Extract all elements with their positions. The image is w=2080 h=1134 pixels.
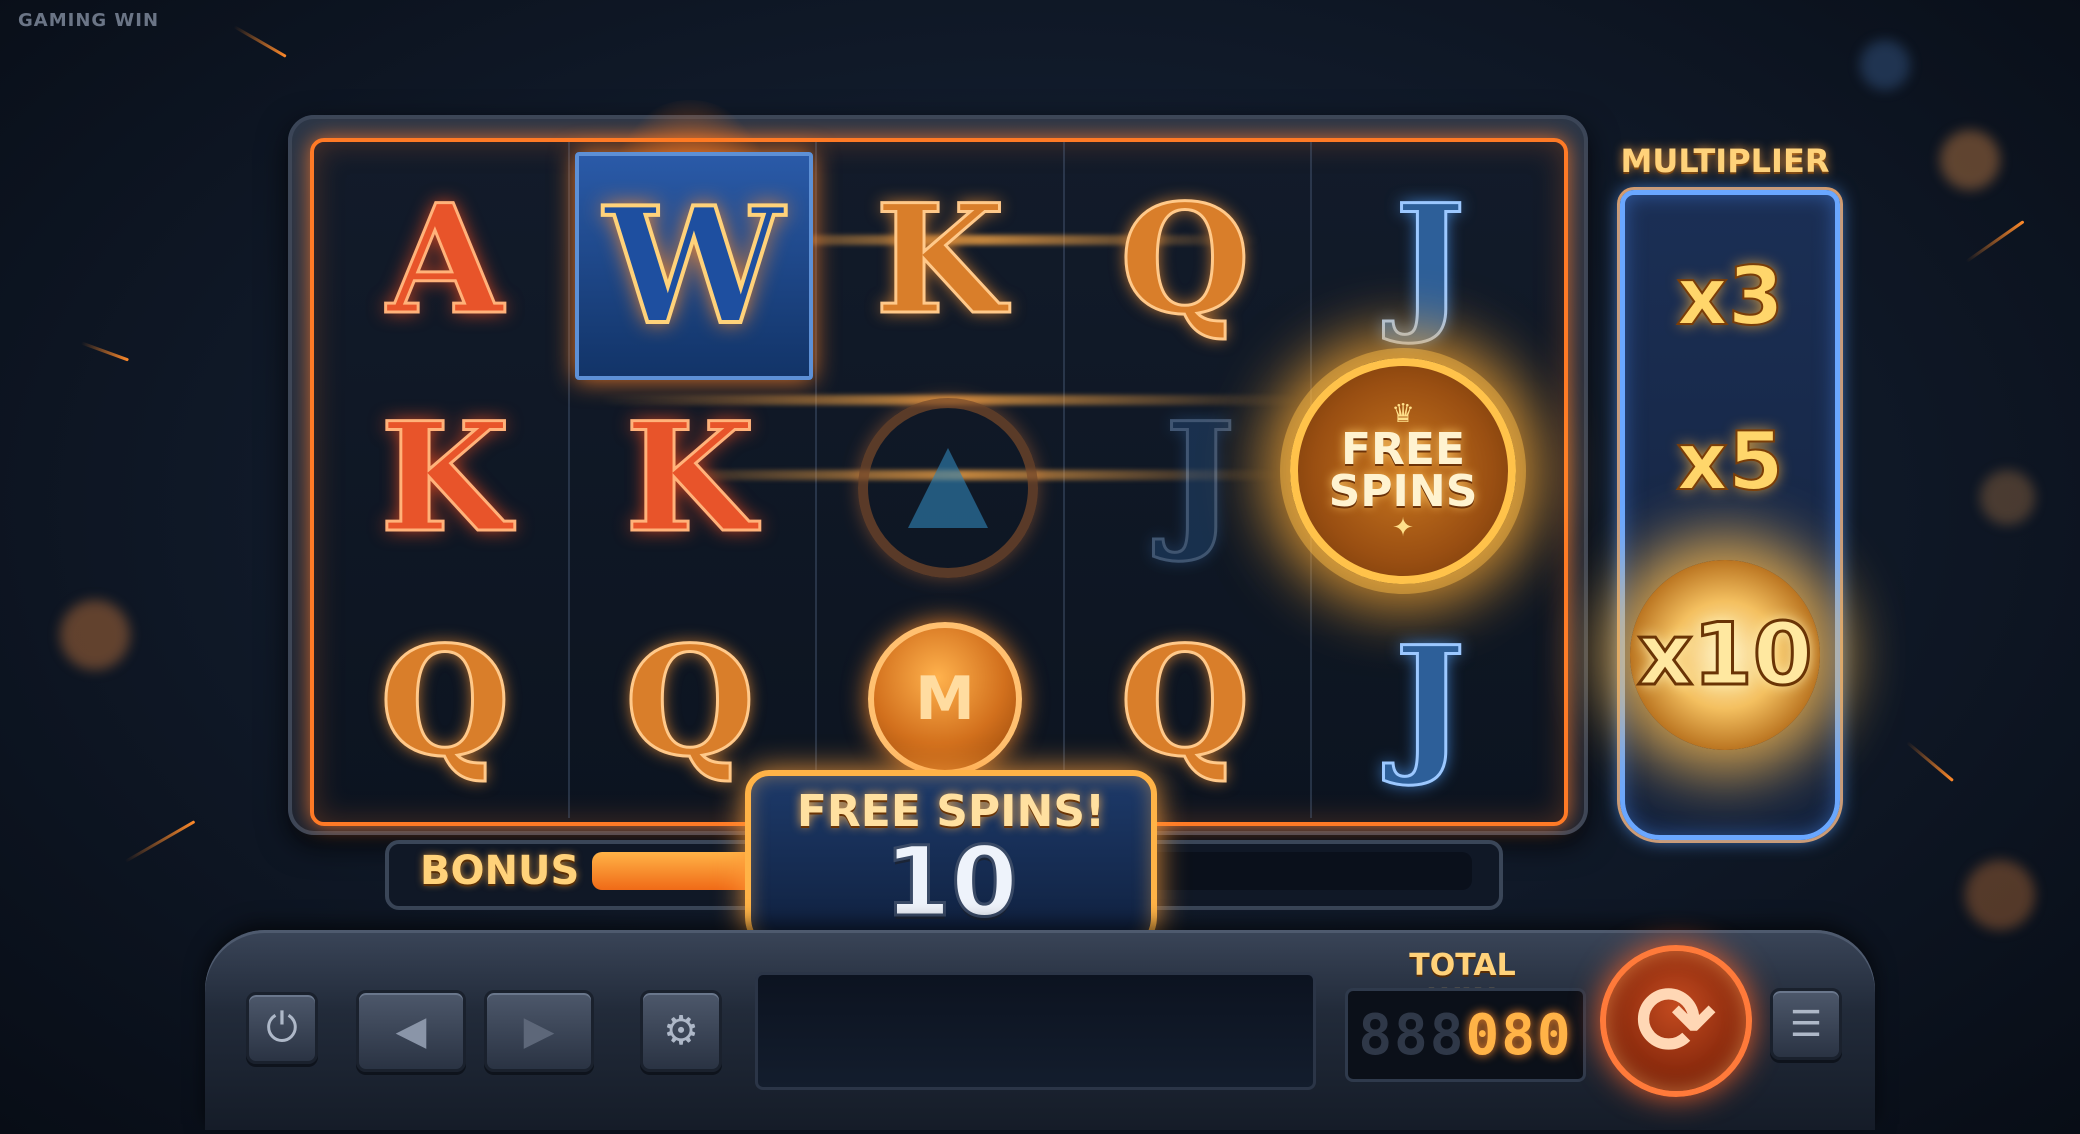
free-spins-scatter-symbol: ♛ FREE SPINS ✦ — [1290, 358, 1516, 584]
info-display — [755, 972, 1316, 1090]
total-win-value: 080 — [1465, 1002, 1573, 1068]
power-icon: ⏻ — [266, 1005, 298, 1051]
refresh-icon: ⟳ — [1635, 965, 1717, 1077]
bonus-label: BONUS — [420, 848, 580, 894]
brand-label: GAMING WIN — [18, 10, 160, 31]
spin-button[interactable]: ⟳ — [1600, 945, 1752, 1097]
menu-button[interactable]: ☰ — [1770, 988, 1842, 1060]
scatter-text-line1: FREE — [1340, 424, 1466, 475]
reel-symbol: J — [1393, 172, 1467, 348]
reel-symbol: K — [378, 390, 511, 566]
menu-icon: ☰ — [1789, 1003, 1823, 1045]
total-win-display: 888 080 — [1345, 988, 1586, 1082]
wild-symbol: W — [575, 152, 813, 380]
scatter-text-line2: SPINS — [1328, 466, 1478, 517]
bokeh-light — [1965, 860, 2035, 930]
multiplier-active-orb: x10 — [1630, 560, 1820, 750]
total-win-unlit-digits: 888 — [1358, 1002, 1466, 1068]
bonus-progress-fill — [592, 852, 751, 890]
compass-needle-icon — [908, 448, 988, 528]
emblem-icon: ✦ — [1392, 513, 1414, 543]
coin-symbol: M — [868, 622, 1022, 776]
reel-symbol: A — [385, 172, 504, 348]
arrow-left-icon: ◀ — [395, 1008, 427, 1054]
previous-button[interactable]: ◀ — [356, 990, 466, 1072]
reel-symbol: Q — [378, 614, 512, 790]
multiplier-value: x5 — [1675, 414, 1784, 509]
bokeh-light — [1860, 40, 1910, 90]
reel-symbol: Q — [1118, 172, 1252, 348]
multiplier-active-value: x10 — [1636, 604, 1814, 707]
multiplier-value: x3 — [1675, 249, 1784, 344]
power-button[interactable]: ⏻ — [246, 992, 318, 1064]
free-spins-count: 10 — [883, 826, 1020, 938]
gear-icon: ⚙ — [663, 1008, 699, 1054]
settings-button[interactable]: ⚙ — [640, 990, 722, 1072]
reel-symbol: J — [1393, 614, 1467, 790]
bokeh-light — [1940, 130, 2000, 190]
reel-divider — [568, 142, 570, 818]
bokeh-light — [60, 600, 130, 670]
reel-symbol: K — [623, 390, 756, 566]
next-button[interactable]: ▶ — [484, 990, 594, 1072]
bokeh-light — [1980, 470, 2035, 525]
free-spins-badge: FREE SPINS! 10 — [745, 770, 1157, 957]
reel-symbol: J — [1163, 390, 1237, 566]
wild-letter: W — [602, 170, 786, 362]
compass-symbol — [858, 398, 1038, 578]
multiplier-title: MULTIPLIER — [1620, 142, 1830, 180]
reel-symbol: K — [873, 172, 1006, 348]
arrow-right-icon: ▶ — [523, 1008, 555, 1054]
